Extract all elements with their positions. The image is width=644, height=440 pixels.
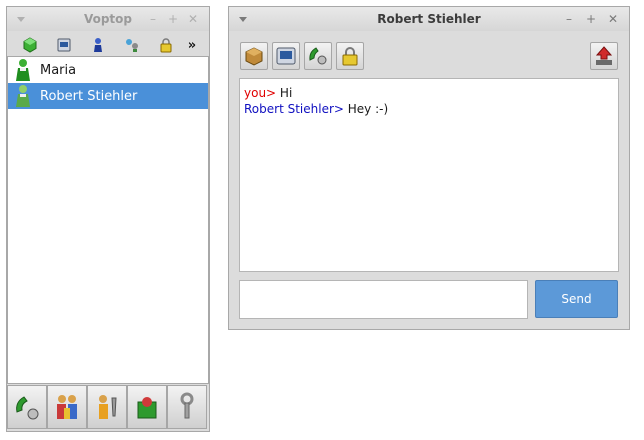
package-icon[interactable] xyxy=(240,42,268,70)
window-title: Robert Stiehler xyxy=(377,12,481,26)
close-button[interactable]: ✕ xyxy=(185,11,201,27)
user-green-icon xyxy=(12,84,34,108)
voptop-titlebar[interactable]: Voptop – + ✕ xyxy=(7,7,209,31)
user-green-icon xyxy=(12,58,34,82)
window-menu-button[interactable] xyxy=(235,11,251,27)
contact-list: Maria Robert Stiehler xyxy=(7,56,209,384)
send-file-icon[interactable] xyxy=(590,42,618,70)
phone-call-icon[interactable] xyxy=(304,42,332,70)
contact-item-robert-stiehler[interactable]: Robert Stiehler xyxy=(8,83,208,109)
menu-arrow-icon xyxy=(239,16,247,22)
message-sender: you> xyxy=(244,86,277,100)
wrench-icon[interactable] xyxy=(167,385,207,429)
chat-titlebar[interactable]: Robert Stiehler – + ✕ xyxy=(229,7,629,31)
maximize-button[interactable]: + xyxy=(165,11,181,27)
recycle-icon[interactable] xyxy=(127,385,167,429)
call-phone-icon[interactable] xyxy=(7,385,47,429)
message-sender: Robert Stiehler> xyxy=(244,102,344,116)
message-text: Hi xyxy=(276,86,293,100)
chat-log: you> Hi Robert Stiehler> Hey :-) xyxy=(239,78,619,272)
minimize-button[interactable]: – xyxy=(145,11,161,27)
contact-item-maria[interactable]: Maria xyxy=(8,57,208,83)
menu-arrow-icon xyxy=(17,16,25,22)
message-line: you> Hi xyxy=(244,85,614,101)
message-input[interactable] xyxy=(239,280,528,319)
window-title: Voptop xyxy=(83,12,133,26)
contact-name: Maria xyxy=(40,62,77,78)
bottom-toolbar xyxy=(7,385,209,429)
message-text: Hey :-) xyxy=(343,102,389,116)
user-blue-icon[interactable] xyxy=(81,31,115,59)
maximize-button[interactable]: + xyxy=(583,11,599,27)
close-button[interactable]: ✕ xyxy=(605,11,621,27)
chat-toolbar xyxy=(240,41,368,71)
user-settings-icon[interactable] xyxy=(87,385,127,429)
toolbar-overflow-button[interactable]: » xyxy=(183,31,201,59)
lock-icon[interactable] xyxy=(149,31,183,59)
window-menu-button[interactable] xyxy=(13,11,29,27)
network-card-icon[interactable] xyxy=(47,31,81,59)
send-button[interactable]: Send xyxy=(535,280,618,318)
message-line: Robert Stiehler> Hey :-) xyxy=(244,101,614,117)
network-icon[interactable] xyxy=(115,31,149,59)
group-users-icon[interactable] xyxy=(47,385,87,429)
contact-name: Robert Stiehler xyxy=(40,88,138,104)
contacts-toolbar: » xyxy=(13,32,201,58)
lock-icon[interactable] xyxy=(336,42,364,70)
green-hexagon-icon[interactable] xyxy=(13,31,47,59)
minimize-button[interactable]: – xyxy=(561,11,577,27)
network-card-icon[interactable] xyxy=(272,42,300,70)
